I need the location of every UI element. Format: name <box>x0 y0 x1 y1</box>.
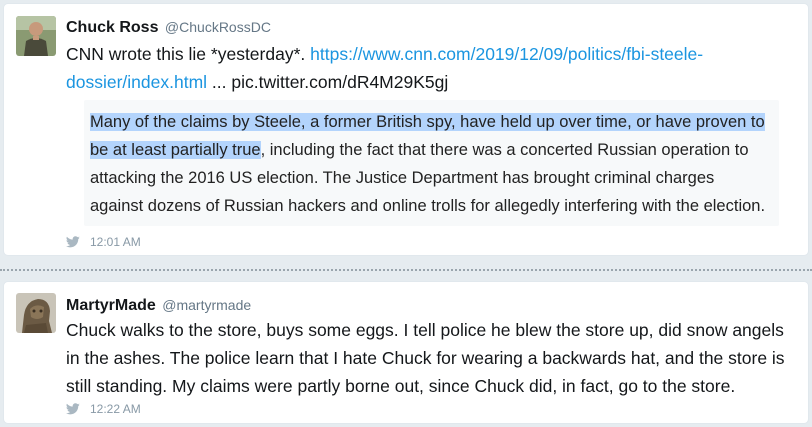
tweet-text-prefix: CNN wrote this lie *yesterday*. <box>66 44 311 64</box>
avatar[interactable] <box>16 293 56 333</box>
tweet-time[interactable]: 12:22 AM <box>90 402 141 416</box>
quoted-article-screenshot: Many of the claims by Steele, a former B… <box>84 100 779 226</box>
tweet-card[interactable]: MartyrMade @martyrmade Chuck walks to th… <box>3 281 809 424</box>
dotted-divider <box>0 269 812 271</box>
author-name[interactable]: Chuck Ross <box>66 19 158 36</box>
author-name[interactable]: MartyrMade <box>66 297 156 314</box>
tweet-header: MartyrMade @martyrmade <box>66 297 251 315</box>
tweet-meta: 12:22 AM <box>66 402 141 416</box>
tweet-text: Chuck walks to the store, buys some eggs… <box>66 320 785 396</box>
statue-avatar-icon <box>16 293 56 333</box>
tweet-time[interactable]: 12:01 AM <box>90 235 141 249</box>
avatar[interactable] <box>16 16 56 56</box>
person-photo-avatar-icon <box>16 16 56 56</box>
tweet-text-suffix: ... pic.twitter.com/dR4M29K5gj <box>207 72 449 92</box>
tweet-card[interactable]: Chuck Ross @ChuckRossDC CNN wrote this l… <box>3 3 809 256</box>
twitter-bird-icon <box>66 403 80 415</box>
tweet-text: CNN wrote this lie *yesterday*. https://… <box>66 40 794 96</box>
twitter-bird-icon <box>66 236 80 248</box>
author-handle[interactable]: @ChuckRossDC <box>165 19 271 35</box>
tweet-meta: 12:01 AM <box>66 235 141 249</box>
quoted-article-text: Many of the claims by Steele, a former B… <box>90 108 771 220</box>
author-handle[interactable]: @martyrmade <box>162 297 251 313</box>
tweet-header: Chuck Ross @ChuckRossDC <box>66 19 271 37</box>
